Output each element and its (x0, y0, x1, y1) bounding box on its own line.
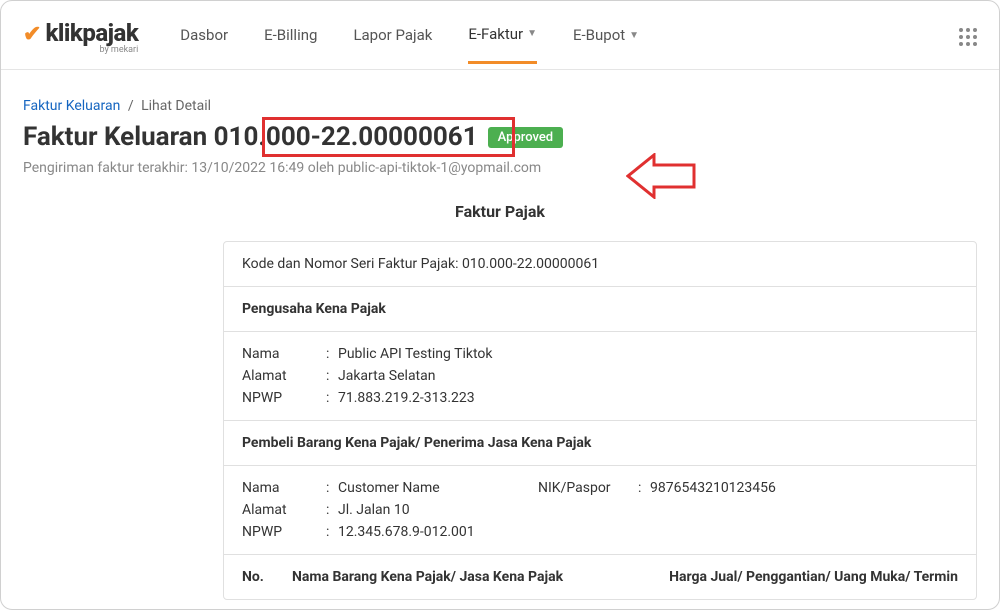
nav-efaktur-label: E-Faktur (468, 25, 523, 43)
logo[interactable]: ✔ klikpajak by mekari (23, 19, 138, 55)
pembeli-nama-value: Customer Name (338, 480, 538, 496)
pkp-nama-label: Nama (242, 346, 326, 362)
detail-box: Kode dan Nomor Seri Faktur Pajak: 010.00… (223, 241, 977, 600)
nav-ebupot-label: E-Bupot (573, 26, 625, 44)
pkp-nama-value: Public API Testing Tiktok (338, 346, 958, 362)
pembeli-alamat-label: Alamat (242, 502, 326, 518)
breadcrumb-current: Lihat Detail (141, 98, 211, 114)
pembeli-npwp-label: NPWP (242, 524, 326, 540)
col-nama: Nama Barang Kena Pajak/ Jasa Kena Pajak (292, 569, 669, 585)
col-no: No. (242, 569, 292, 585)
breadcrumb-parent[interactable]: Faktur Keluaran (23, 98, 120, 114)
pkp-alamat-label: Alamat (242, 368, 326, 384)
kode-label: Kode dan Nomor Seri Faktur Pajak: (242, 256, 458, 272)
kode-row: Kode dan Nomor Seri Faktur Pajak: 010.00… (224, 242, 976, 287)
logo-check-icon: ✔ (23, 22, 41, 47)
pkp-fields: Nama:Public API Testing Tiktok Alamat:Ja… (224, 332, 976, 421)
logo-text: klikpajak (45, 19, 138, 47)
pkp-header: Pengusaha Kena Pajak (224, 287, 976, 332)
nav-lapor-pajak[interactable]: Lapor Pajak (353, 25, 432, 64)
nav-ebupot[interactable]: E-Bupot ▼ (573, 25, 639, 64)
page-title: Faktur Keluaran 010.000-22.00000061 (23, 122, 478, 152)
table-header-row: No. Nama Barang Kena Pajak/ Jasa Kena Pa… (224, 555, 976, 599)
pkp-npwp-label: NPWP (242, 390, 326, 406)
main-header: ✔ klikpajak by mekari Dasbor E-Billing L… (1, 1, 999, 70)
pkp-npwp-value: 71.883.219.2-313.223 (338, 390, 958, 406)
pembeli-nama-label: Nama (242, 480, 326, 496)
nav-dasbor[interactable]: Dasbor (180, 25, 228, 64)
status-badge: Approved (488, 127, 564, 148)
chevron-down-icon: ▼ (629, 30, 639, 41)
pembeli-fields: Nama: Customer Name NIK/Paspor : 9876543… (224, 466, 976, 555)
col-harga: Harga Jual/ Penggantian/ Uang Muka/ Term… (669, 569, 958, 585)
page-subtitle: Pengiriman faktur terakhir: 13/10/2022 1… (23, 160, 977, 176)
pembeli-npwp-value: 12.345.678.9-012.001 (338, 524, 958, 540)
document-section-title: Faktur Pajak (23, 202, 977, 221)
pembeli-alamat-value: Jl. Jalan 10 (338, 502, 958, 518)
title-row: Faktur Keluaran 010.000-22.00000061 Appr… (23, 122, 977, 152)
pembeli-nik-label: NIK/Paspor (538, 480, 638, 496)
pembeli-nik-value: 9876543210123456 (650, 480, 958, 496)
apps-grid-icon[interactable] (959, 28, 977, 46)
page-content: Faktur Keluaran / Lihat Detail Faktur Ke… (1, 70, 999, 600)
chevron-down-icon: ▼ (527, 28, 537, 39)
kode-value: 010.000-22.00000061 (462, 256, 599, 272)
pkp-alamat-value: Jakarta Selatan (338, 368, 958, 384)
nav-efaktur[interactable]: E-Faktur ▼ (468, 25, 537, 64)
breadcrumb: Faktur Keluaran / Lihat Detail (23, 98, 977, 114)
main-nav: Dasbor E-Billing Lapor Pajak E-Faktur ▼ … (180, 25, 959, 50)
nav-ebilling[interactable]: E-Billing (264, 25, 317, 64)
breadcrumb-sep: / (128, 98, 134, 114)
pembeli-header: Pembeli Barang Kena Pajak/ Penerima Jasa… (224, 421, 976, 466)
